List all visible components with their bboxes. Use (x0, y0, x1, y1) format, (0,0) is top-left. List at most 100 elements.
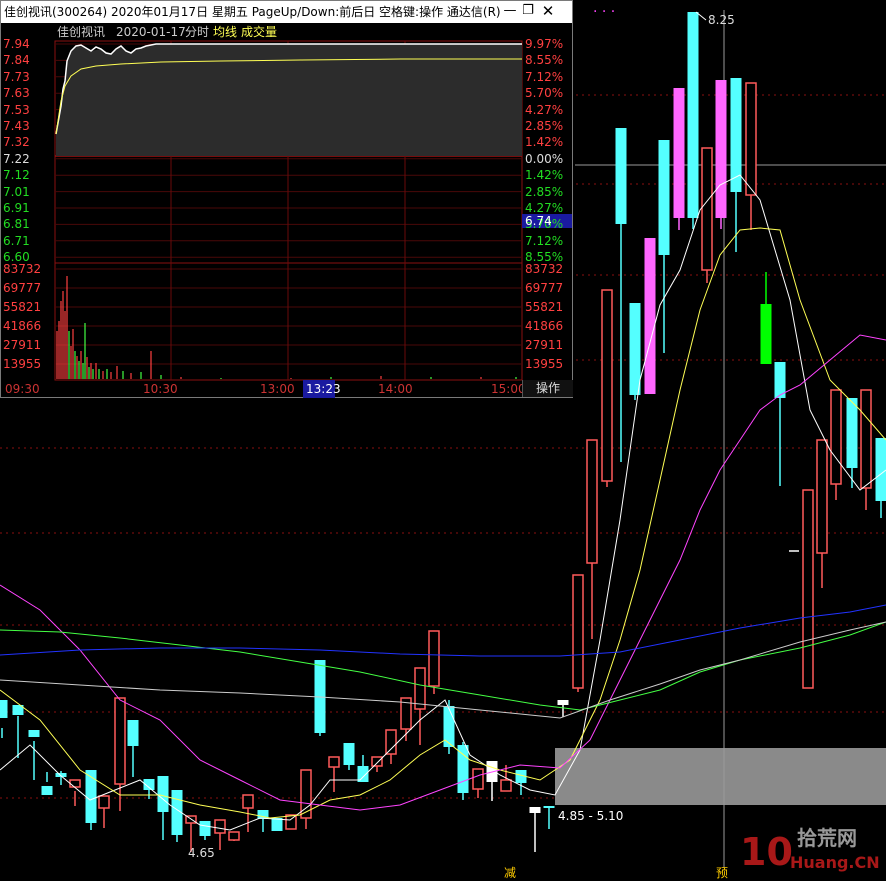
price-tick-label: 7.01 (3, 184, 30, 199)
trade-date: 2020-01-17 (116, 25, 186, 39)
candle (41, 772, 53, 795)
price-tick-label: 7.84 (3, 53, 30, 68)
candle (357, 755, 369, 782)
candle (343, 743, 355, 770)
candle (644, 238, 656, 394)
operate-button[interactable]: 操作 (522, 380, 573, 397)
candle-body (543, 806, 555, 808)
time-tick-label: 10:30 (143, 382, 178, 396)
candle (414, 667, 426, 745)
price-tick-label: 7.43 (3, 119, 30, 133)
candle (12, 705, 24, 758)
percent-tick-label: 7.12% (525, 69, 564, 84)
candle (745, 82, 757, 230)
candle-body (472, 768, 484, 790)
candle (860, 389, 872, 510)
percent-tick-label: 2.85% (525, 184, 564, 199)
candle-body (586, 439, 598, 564)
percent-tick-label: 0.00% (525, 151, 564, 166)
candle (673, 88, 685, 230)
current-price-label: 6.74 (525, 214, 552, 228)
popup-title-bar[interactable]: 佳创视讯(300264) 2020年01月17日 星期五 PageUp/Down… (1, 1, 572, 23)
candle-body (816, 439, 828, 554)
candle-body (228, 831, 240, 841)
watermark-english: Huang.CN (790, 853, 880, 872)
candle (658, 140, 670, 353)
high-price-label: 8.25 (708, 13, 735, 27)
price-tick-label: 6.91 (3, 201, 30, 215)
percent-tick-label: 9.97% (525, 37, 564, 51)
candle-body (114, 697, 126, 785)
candle (328, 756, 340, 792)
candle-body (760, 304, 772, 364)
candle-body (443, 706, 455, 747)
price-tick-label: 7.94 (3, 37, 30, 51)
popup-title: 佳创视讯(300264) 2020年01月17日 星期五 PageUp/Down… (4, 5, 501, 19)
price-range-band (555, 748, 886, 805)
candle (214, 819, 226, 850)
volume-tick-label: 69777 (3, 281, 42, 295)
price-tick-label: 7.22 (3, 151, 30, 166)
volume-label: 成交量 (241, 25, 278, 39)
volume-tick-label-right: 13955 (525, 357, 564, 371)
mode-label: 分时 (185, 25, 210, 39)
candle (687, 12, 699, 229)
ma60-line (0, 621, 886, 711)
candle-body (98, 795, 110, 809)
candle (257, 810, 269, 832)
chart-frame (54, 40, 523, 381)
candle-body (328, 756, 340, 768)
candle-body (242, 794, 254, 809)
candle-body (860, 389, 872, 489)
candle (127, 720, 139, 777)
price-tick-label: 7.12 (3, 168, 30, 183)
intraday-popup-window[interactable]: 佳创视讯(300264) 2020年01月17日 星期五 PageUp/Down… (0, 0, 573, 398)
time-tick-label: 13:23 (306, 382, 341, 396)
candle-body (214, 819, 226, 834)
percent-tick-label: 5.70% (525, 86, 564, 101)
minimize-icon[interactable]: — (503, 4, 517, 18)
close-icon[interactable]: ✕ (541, 4, 555, 19)
candle-body (343, 743, 355, 765)
volume-tick-label: 55821 (3, 300, 42, 314)
price-line (55, 43, 522, 135)
price-tick-label: 6.81 (3, 217, 30, 232)
volume-tick-label: 13955 (3, 357, 42, 371)
time-axis: 09:30 10:30 13:00 13:23 14:00 15:00 (1, 380, 572, 398)
candle (314, 660, 326, 736)
price-tick-label: 7.53 (3, 102, 30, 117)
popup-info-bar: 佳创视讯 2020-01-17 分时 均线 成交量 (1, 23, 572, 41)
candle (271, 818, 283, 831)
candle-body (701, 147, 713, 271)
stock-name: 佳创视讯 (57, 25, 106, 39)
percent-tick-label: 4.27% (525, 102, 564, 117)
candle-body (601, 289, 613, 482)
restore-icon[interactable]: ❐ (521, 4, 535, 18)
candle (586, 439, 598, 639)
volume-tick-label-right: 41866 (525, 319, 564, 333)
percent-tick-label: 1.42% (525, 135, 564, 150)
candle-body (69, 779, 81, 788)
candle-body (199, 821, 211, 836)
candle-body (875, 438, 886, 501)
candle-body (428, 630, 440, 687)
time-tick-label: 13:00 (260, 382, 295, 396)
candle (69, 779, 81, 806)
candle-body (157, 776, 169, 812)
ma120-line (0, 604, 886, 657)
watermark-logo: 10 拾荒网 Huang.CN (740, 826, 880, 874)
candle (143, 779, 155, 799)
candle-body (414, 667, 426, 710)
candle (472, 768, 484, 798)
candle-body (457, 745, 469, 793)
candle-body (0, 700, 8, 718)
candle-body (28, 730, 40, 737)
intraday-chart[interactable] (1, 1, 572, 401)
candle (157, 776, 169, 840)
candle-body (271, 818, 283, 831)
candle (715, 80, 727, 229)
candle-body (673, 88, 685, 218)
candle-body (687, 12, 699, 218)
candle (830, 389, 842, 500)
candle (701, 147, 713, 283)
